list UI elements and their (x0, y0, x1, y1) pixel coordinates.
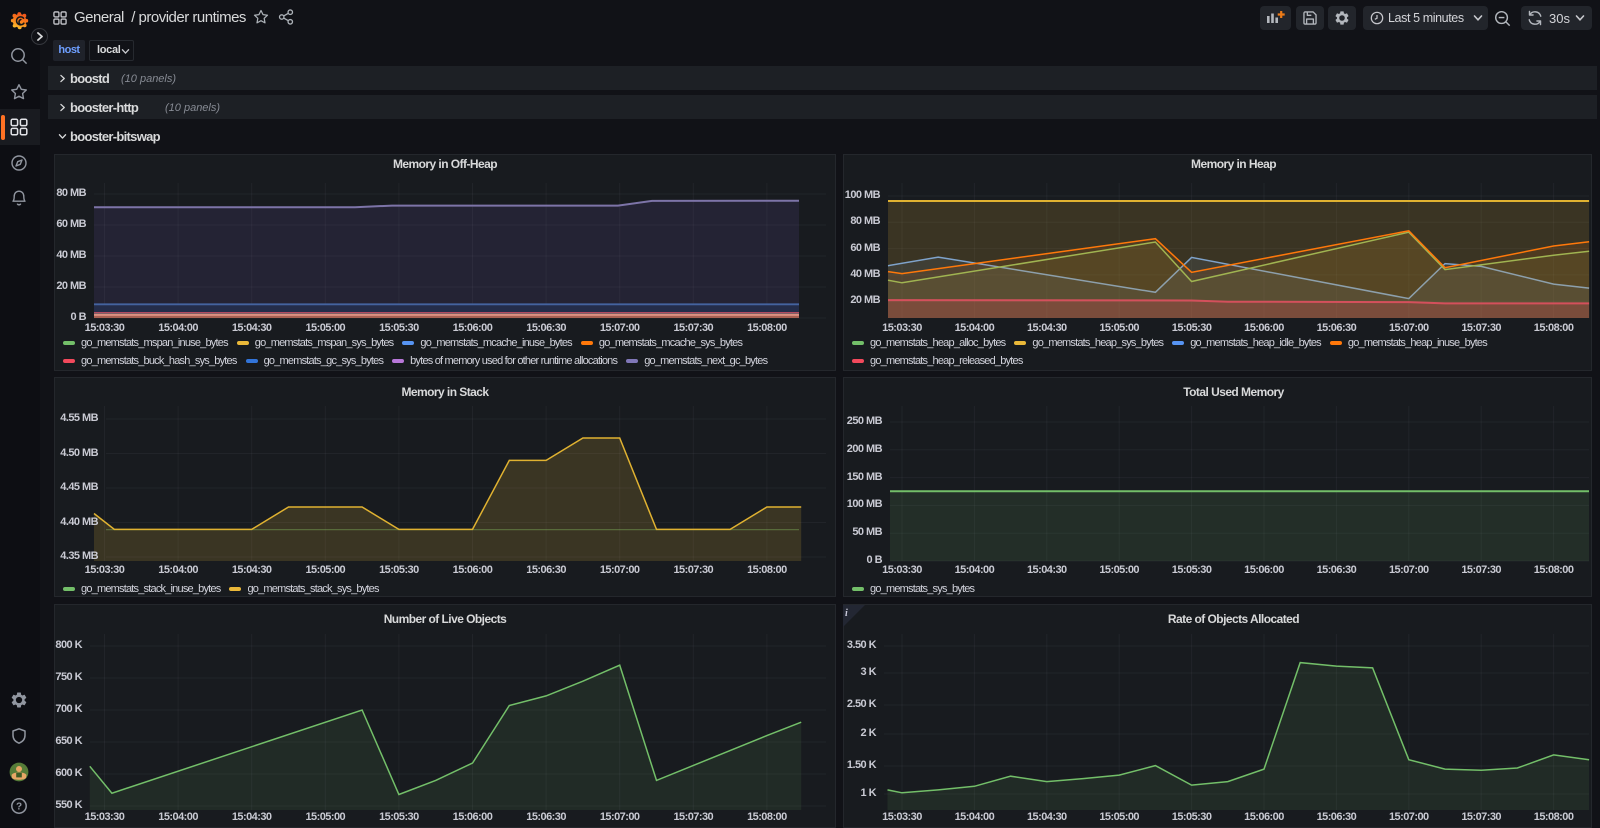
svg-text:?: ? (16, 802, 22, 813)
